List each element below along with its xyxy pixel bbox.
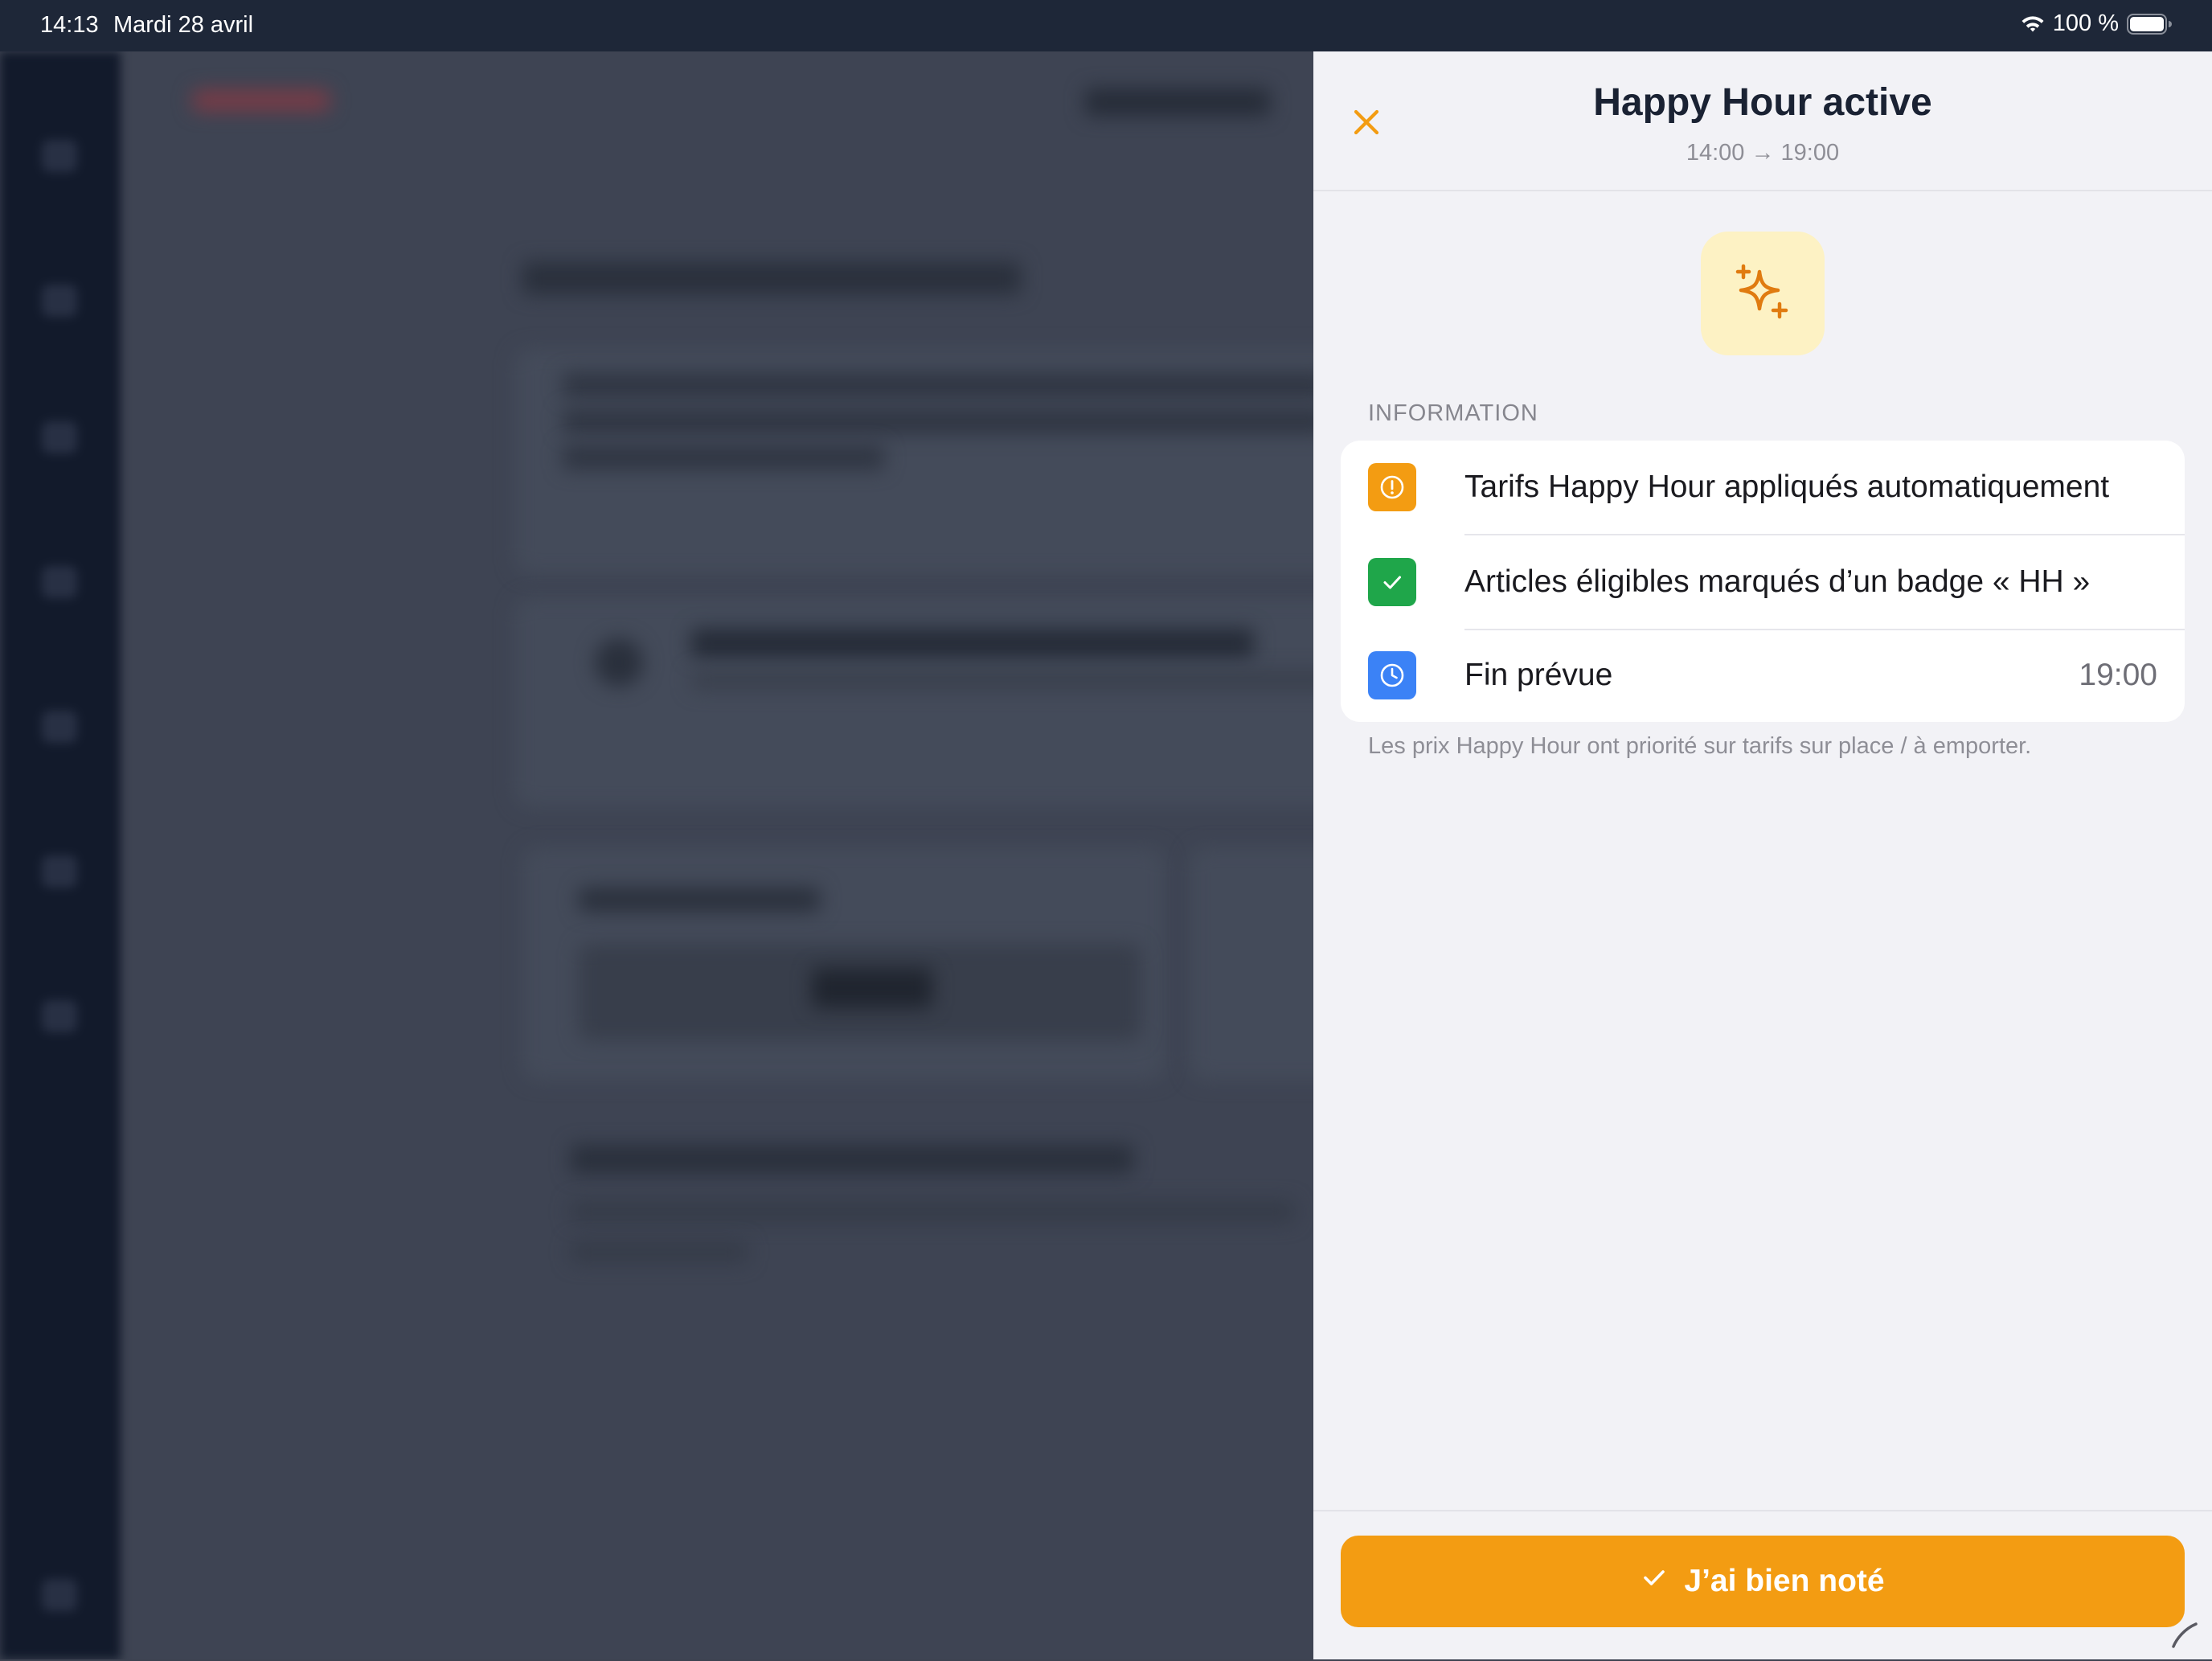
happy-hour-sheet: Happy Hour active 14:00 → 19:00 INFORMAT…	[1313, 51, 2212, 1659]
background-app	[0, 51, 1313, 1659]
checkmark-icon	[1368, 558, 1416, 606]
end-time-value: 19:00	[2079, 658, 2157, 692]
sheet-subtitle: 14:00 → 19:00	[1686, 140, 1840, 166]
info-row-label: Fin prévue	[1464, 658, 1613, 692]
status-bar: 14:13 Mardi 28 avril 100 %	[0, 0, 2212, 51]
info-row-label: Articles éligibles marqués d’un badge « …	[1464, 564, 2091, 599]
background-sidebar	[0, 51, 121, 1659]
info-row-end-time: Fin prévue 19:00	[1341, 629, 2185, 722]
info-card: Tarifs Happy Hour appliqués automatiquem…	[1341, 441, 2185, 722]
info-row-label: Tarifs Happy Hour appliqués automatiquem…	[1464, 470, 2110, 504]
sparkles-icon	[1733, 262, 1792, 326]
wifi-icon	[2021, 14, 2045, 34]
sheet-header: Happy Hour active 14:00 → 19:00	[1313, 51, 2212, 191]
alert-circle-icon	[1368, 463, 1416, 511]
hero-badge	[1701, 232, 1825, 355]
status-indicators: 100 %	[2021, 10, 2172, 37]
section-label: INFORMATION	[1368, 400, 1538, 426]
sheet-footer: J’ai bien noté	[1313, 1510, 2212, 1661]
clock-icon	[1368, 651, 1416, 699]
confirm-label: J’ai bien noté	[1684, 1564, 1885, 1598]
battery-icon	[2127, 13, 2172, 35]
confirm-button[interactable]: J’ai bien noté	[1341, 1536, 2185, 1627]
status-date: Mardi 28 avril	[113, 12, 254, 38]
battery-percent: 100 %	[2052, 10, 2119, 36]
status-time: 14:13	[40, 12, 99, 38]
info-row-badge: Articles éligibles marqués d’un badge « …	[1341, 535, 2185, 629]
resize-handle-icon	[2169, 1618, 2201, 1650]
checkmark-icon	[1641, 1564, 1668, 1599]
info-row-auto-pricing: Tarifs Happy Hour appliqués automatiquem…	[1341, 441, 2185, 534]
priority-footnote: Les prix Happy Hour ont priorité sur tar…	[1368, 733, 2032, 759]
sheet-title: Happy Hour active	[1593, 81, 1932, 124]
